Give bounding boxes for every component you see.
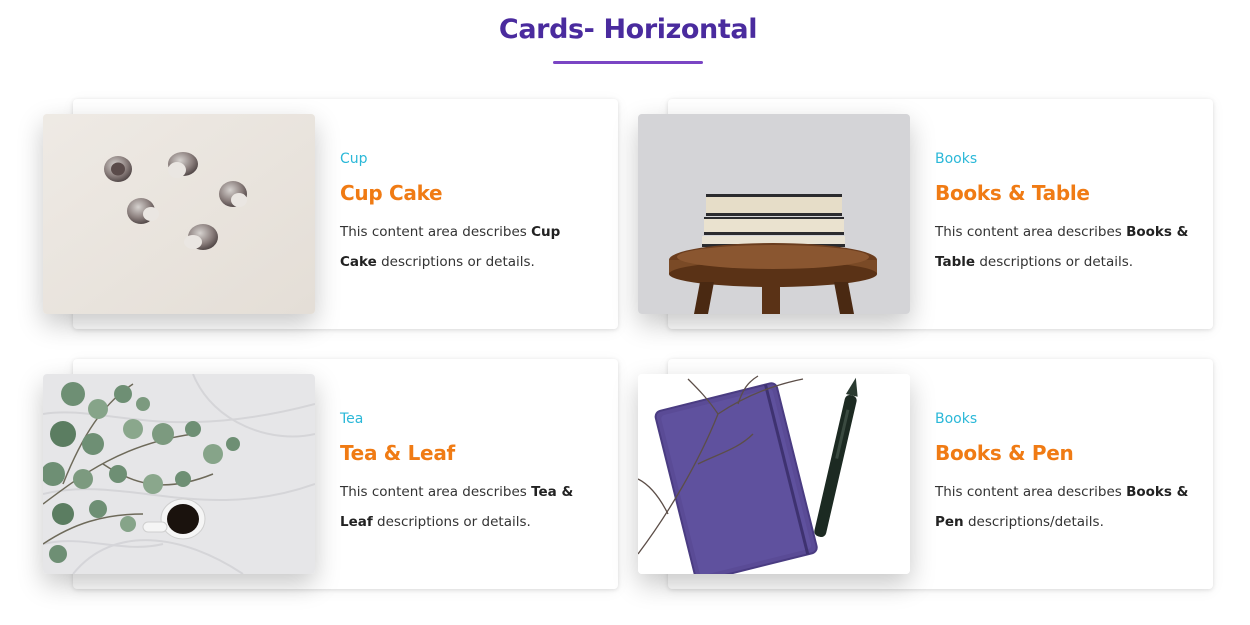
card-body: Books Books & Table This content area de… xyxy=(935,151,1195,277)
notebook-pen-image xyxy=(638,374,910,574)
desc-text: descriptions or details. xyxy=(376,254,535,270)
desc-text: This content area describes xyxy=(935,224,1127,240)
desc-text: descriptions or details. xyxy=(975,254,1134,270)
desc-text: descriptions/details. xyxy=(963,514,1104,530)
card-category[interactable]: Cup xyxy=(340,151,600,167)
card-title[interactable]: Tea & Leaf xyxy=(340,441,600,465)
coffee-capsules-image xyxy=(43,114,315,314)
card-body: Books Books & Pen This content area desc… xyxy=(935,411,1195,537)
card-cup-cake[interactable]: Cup Cup Cake This content area describes… xyxy=(43,99,618,329)
desc-text: This content area describes xyxy=(935,484,1127,500)
card-books-pen[interactable]: Books Books & Pen This content area desc… xyxy=(638,359,1213,589)
card-category[interactable]: Tea xyxy=(340,411,600,427)
card-category[interactable]: Books xyxy=(935,411,1195,427)
card-title[interactable]: Cup Cake xyxy=(340,181,600,205)
card-tea-leaf[interactable]: Tea Tea & Leaf This content area describ… xyxy=(43,359,618,589)
card-description: This content area describes Books & Tabl… xyxy=(935,217,1195,277)
desc-text: This content area describes xyxy=(340,484,532,500)
card-body: Tea Tea & Leaf This content area describ… xyxy=(340,411,600,537)
tea-eucalyptus-image xyxy=(43,374,315,574)
title-underline xyxy=(553,61,703,64)
card-description: This content area describes Tea & Leaf d… xyxy=(340,477,600,537)
desc-text: descriptions or details. xyxy=(372,514,531,530)
books-on-stool-image xyxy=(638,114,910,314)
card-description: This content area describes Books & Pen … xyxy=(935,477,1195,537)
page: Cards- Horizontal Cup Cup Cake This cont… xyxy=(0,0,1250,625)
desc-text: This content area describes xyxy=(340,224,532,240)
card-body: Cup Cup Cake This content area describes… xyxy=(340,151,600,277)
card-title[interactable]: Books & Pen xyxy=(935,441,1195,465)
page-title: Cards- Horizontal xyxy=(498,14,758,45)
card-books-table[interactable]: Books Books & Table This content area de… xyxy=(638,99,1213,329)
card-description: This content area describes Cup Cake des… xyxy=(340,217,600,277)
card-title[interactable]: Books & Table xyxy=(935,181,1195,205)
card-category[interactable]: Books xyxy=(935,151,1195,167)
